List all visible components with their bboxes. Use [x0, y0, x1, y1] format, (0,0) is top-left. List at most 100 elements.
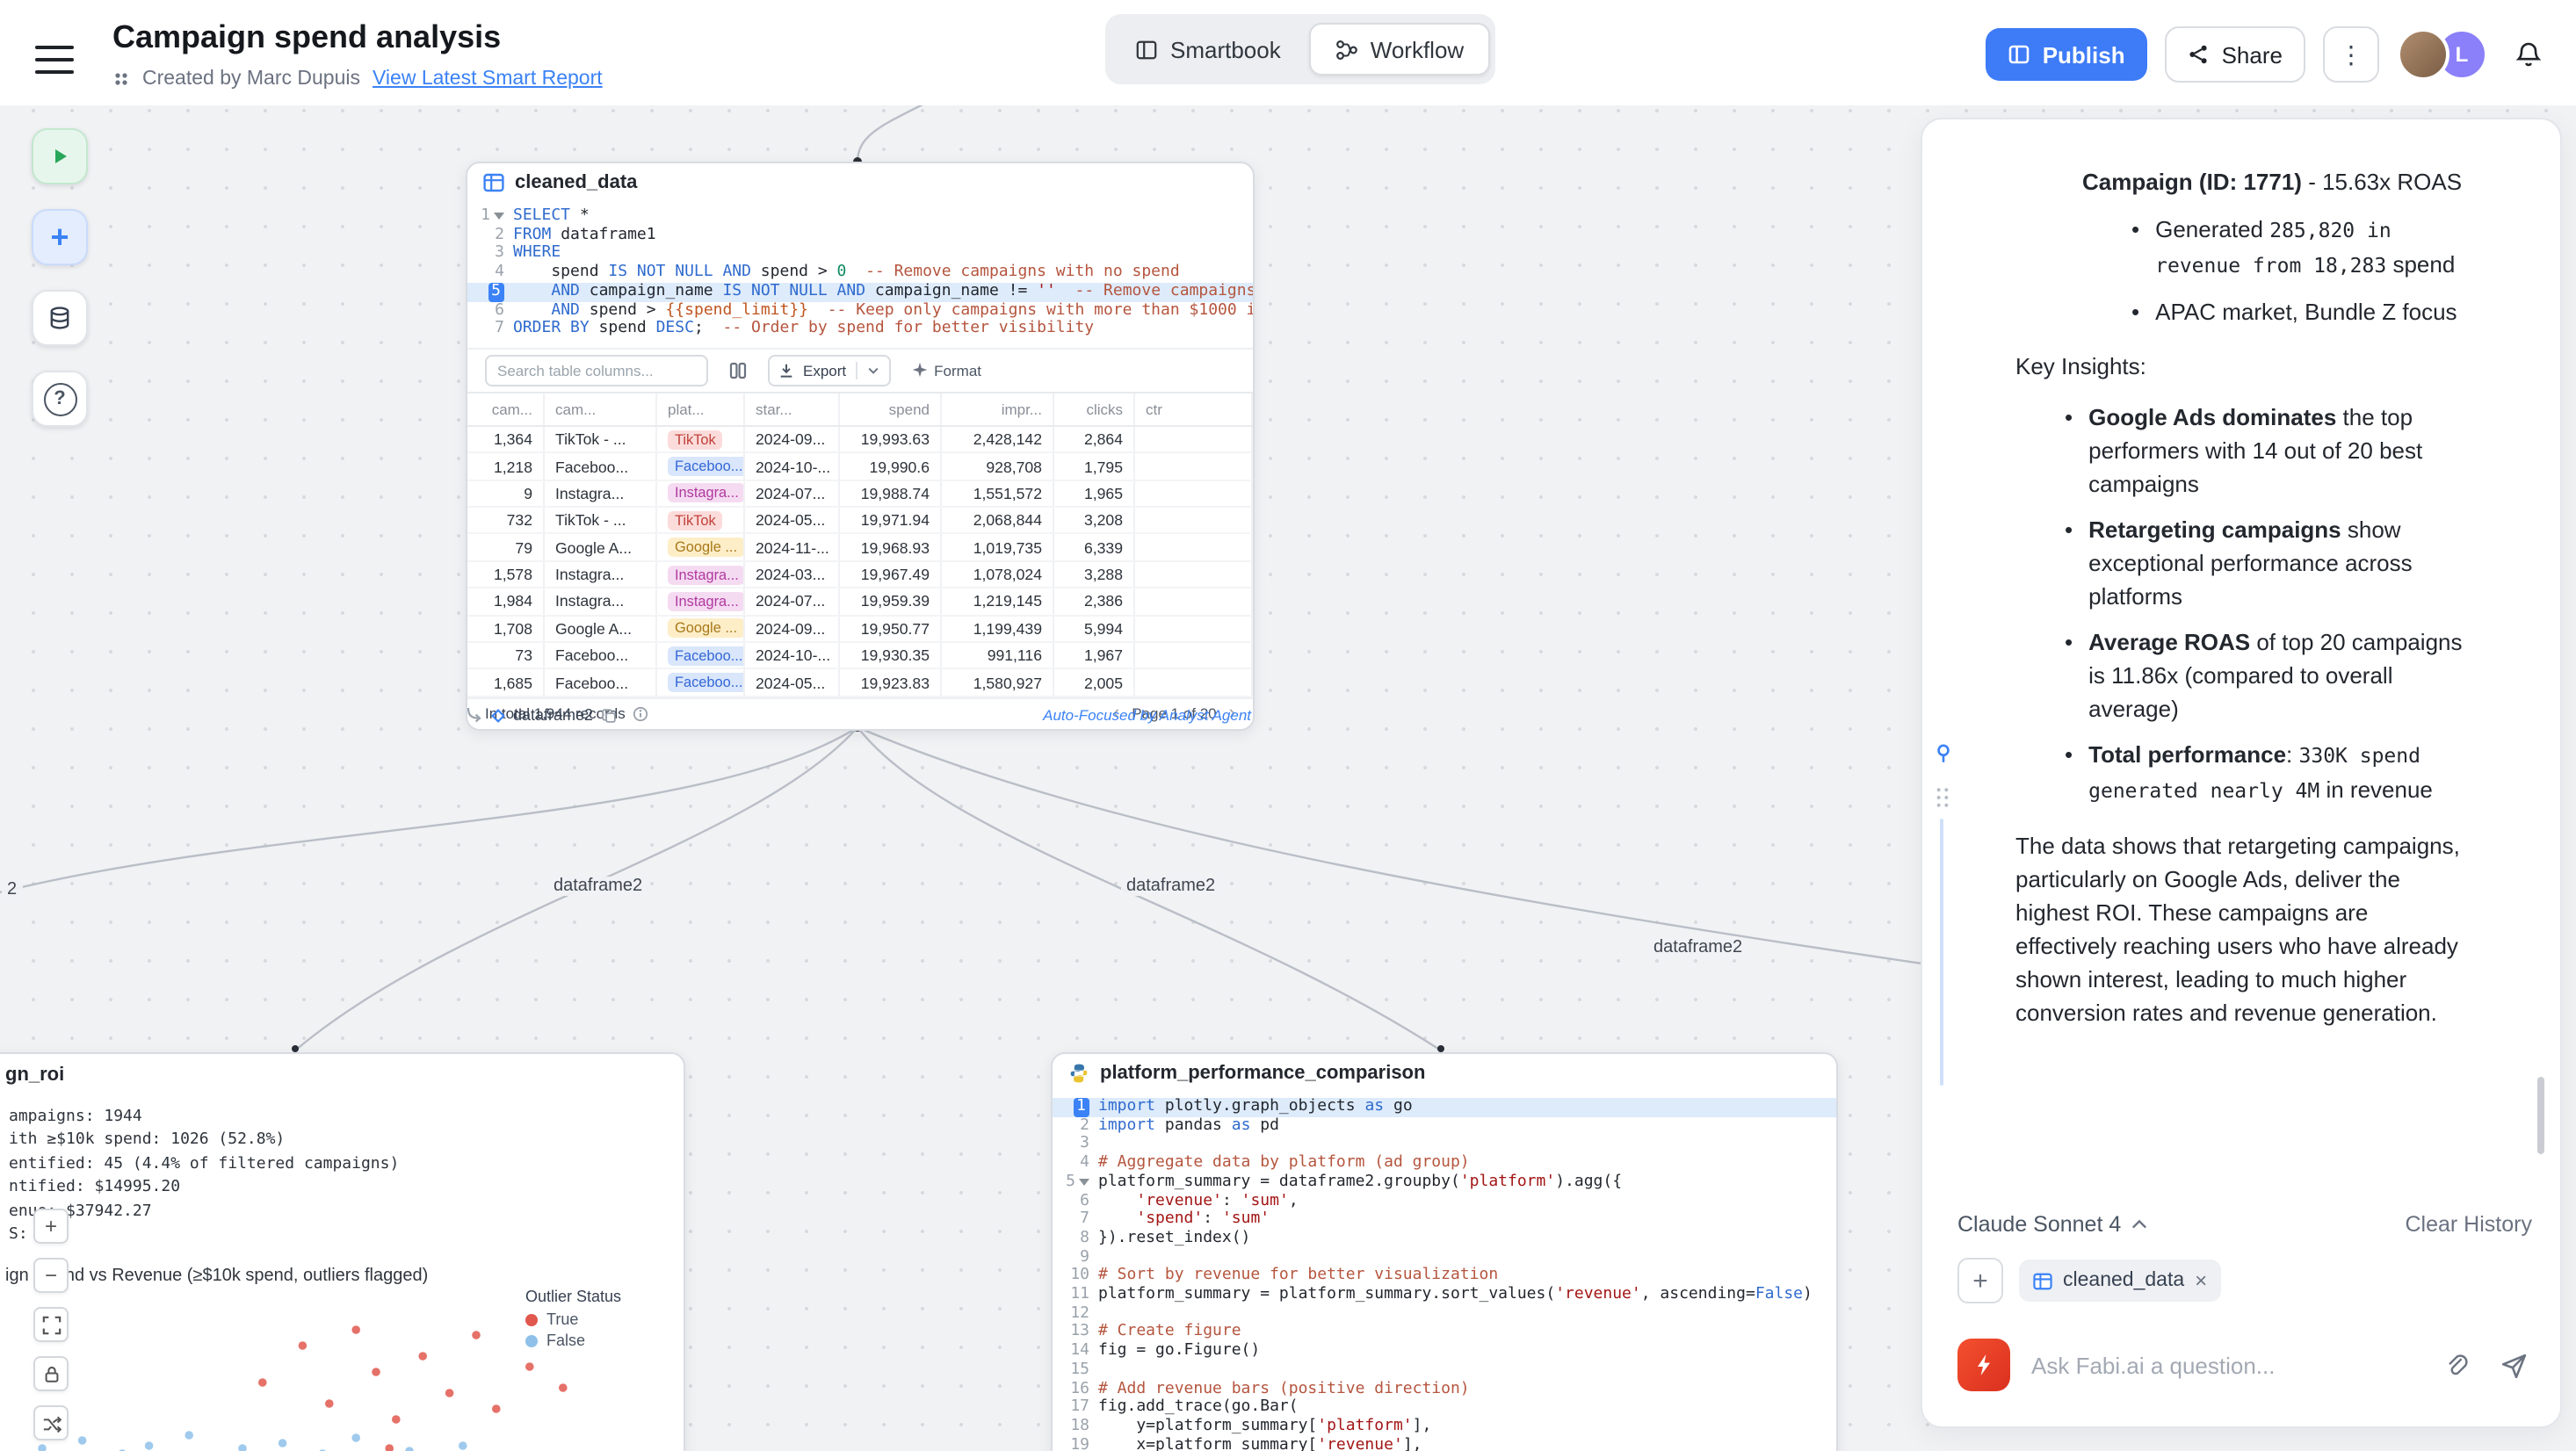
notifications-bell-icon[interactable] [2506, 32, 2551, 77]
code-line[interactable]: 5 AND campaign_name IS NOT NULL AND camp… [467, 283, 1253, 301]
table-row[interactable]: 9Instagra...Instagra...2024-07...19,988.… [467, 480, 1253, 508]
code-line[interactable]: 3WHERE [467, 245, 1253, 263]
data-sources-button[interactable] [32, 290, 88, 346]
table-row[interactable]: 1,685Faceboo...Faceboo...2024-05...19,92… [467, 670, 1253, 697]
lock-button[interactable] [33, 1356, 69, 1391]
node-campaign-roi[interactable]: gn_roi ampaigns: 1944ith ≥$10k spend: 10… [0, 1052, 685, 1451]
column-header[interactable]: plat... [657, 393, 745, 425]
code-line[interactable]: 4# Aggregate data by platform (ad group) [1053, 1154, 1836, 1173]
collaborator-avatars[interactable]: L [2397, 28, 2488, 81]
column-header[interactable]: clicks [1054, 393, 1135, 425]
code-line[interactable]: 3 [1053, 1136, 1836, 1154]
code-line[interactable]: 8}).reset_index() [1053, 1230, 1836, 1248]
avatar[interactable] [2397, 28, 2449, 81]
column-header[interactable]: spend [840, 393, 942, 425]
table-row[interactable]: 73Faceboo...Faceboo...2024-10-...19,930.… [467, 643, 1253, 670]
code-line[interactable]: 7ORDER BY spend DESC; -- Order by spend … [467, 320, 1253, 338]
zoom-out-button[interactable]: − [33, 1258, 69, 1293]
table-row[interactable]: 1,364TikTok - ...TikTok2024-09...19,993.… [467, 427, 1253, 454]
publish-button[interactable]: Publish [1986, 28, 2148, 81]
code-line[interactable]: 6 AND spend > {{spend_limit}} -- Keep on… [467, 301, 1253, 320]
table-cell: 2,428,142 [942, 427, 1054, 452]
code-line[interactable]: 11platform_summary = platform_summary.so… [1053, 1286, 1836, 1304]
attachment-icon[interactable] [2437, 1346, 2476, 1384]
code-line[interactable]: 15 [1053, 1361, 1836, 1380]
latest-report-link[interactable]: View Latest Smart Report [373, 69, 603, 90]
pin-icon[interactable] [1933, 743, 1954, 764]
search-input[interactable] [485, 355, 708, 386]
tab-smartbook[interactable]: Smartbook [1111, 25, 1306, 74]
code-line[interactable]: 18 y=platform_summary['platform'], [1053, 1418, 1836, 1436]
table-row[interactable]: 1,708Google A...Google ...2024-09...19,9… [467, 616, 1253, 643]
node-cleaned-data[interactable]: cleaned_data 1SELECT *2FROM dataframe13W… [466, 162, 1255, 731]
fold-caret-icon[interactable] [494, 213, 504, 220]
column-header[interactable]: cam... [467, 393, 545, 425]
code-line[interactable]: 1SELECT * [467, 207, 1253, 226]
send-icon[interactable] [2493, 1346, 2532, 1384]
column-header[interactable]: star... [745, 393, 840, 425]
add-cell-button[interactable]: + [32, 209, 88, 265]
code-line[interactable]: 13# Create figure [1053, 1324, 1836, 1342]
table-cell: Google ... [657, 616, 745, 641]
code-line[interactable]: 12 [1053, 1304, 1836, 1323]
code-line[interactable]: 17fig.add_trace(go.Bar( [1053, 1399, 1836, 1418]
drag-handle-icon[interactable] [1935, 787, 1950, 808]
column-header[interactable]: cam... [545, 393, 657, 425]
legend-label-false[interactable]: False [546, 1332, 585, 1349]
code-line[interactable]: 14fig = go.Figure() [1053, 1342, 1836, 1361]
more-options-button[interactable]: ⋮ [2323, 26, 2379, 83]
code-line[interactable]: 4 spend IS NOT NULL AND spend > 0 -- Rem… [467, 263, 1253, 282]
model-selector[interactable]: Claude Sonnet 4 [1957, 1212, 2147, 1237]
column-header[interactable]: ctr [1135, 393, 1253, 425]
remove-chip-icon[interactable]: × [2195, 1268, 2207, 1293]
table-row[interactable]: 79Google A...Google ...2024-11-...19,968… [467, 535, 1253, 562]
code-line[interactable]: 9 [1053, 1248, 1836, 1267]
table-header-row[interactable]: cam...cam...plat...star...spendimpr...cl… [467, 392, 1253, 427]
code-line[interactable]: 5platform_summary = dataframe2.groupby('… [1053, 1173, 1836, 1192]
node-title-bar[interactable]: platform_performance_comparison [1053, 1054, 1836, 1093]
code-line[interactable]: 6 'revenue': 'sum', [1053, 1192, 1836, 1210]
code-line[interactable]: 19 x=platform_summary['revenue'], [1053, 1436, 1836, 1451]
context-chip-cleaned-data[interactable]: cleaned_data × [2019, 1260, 2221, 1302]
code-line[interactable]: 2import pandas as pd [1053, 1116, 1836, 1135]
fit-view-button[interactable] [33, 1307, 69, 1342]
help-button[interactable]: ? [32, 371, 88, 427]
run-all-button[interactable] [32, 128, 88, 184]
copy-icon[interactable] [600, 707, 616, 723]
table-cell: 2024-09... [745, 427, 840, 452]
share-button[interactable]: Share [2166, 26, 2305, 83]
table-row[interactable]: 1,218Faceboo...Faceboo...2024-10-...19,9… [467, 454, 1253, 481]
legend-label-true[interactable]: True [546, 1310, 578, 1328]
code-line[interactable]: 2FROM dataframe1 [467, 226, 1253, 244]
platform-badge: Google ... [668, 538, 744, 557]
chat-input[interactable] [2028, 1350, 2420, 1380]
panel-scrollbar[interactable] [2537, 1077, 2544, 1154]
clear-history-button[interactable]: Clear History [2406, 1212, 2533, 1237]
zoom-in-button[interactable]: + [33, 1209, 69, 1244]
table-cell [1135, 670, 1253, 696]
node-title-bar[interactable]: cleaned_data [467, 163, 1253, 202]
code-line[interactable]: 1import plotly.graph_objects as go [1053, 1098, 1836, 1116]
column-header[interactable]: impr... [942, 393, 1054, 425]
fold-caret-icon[interactable] [1079, 1179, 1089, 1186]
table-row[interactable]: 732TikTok - ...TikTok2024-05...19,971.94… [467, 508, 1253, 535]
table-row[interactable]: 1,984Instagra...Instagra...2024-07...19,… [467, 589, 1253, 617]
code-line[interactable]: 16# Add revenue bars (positive direction… [1053, 1380, 1836, 1398]
output-dataframe-label[interactable]: dataframe2 [513, 706, 593, 724]
format-button[interactable]: Format [911, 362, 981, 379]
add-context-button[interactable]: + [1957, 1258, 2003, 1303]
sql-code-editor[interactable]: 1SELECT *2FROM dataframe13WHERE4 spend I… [467, 202, 1253, 348]
columns-icon[interactable] [729, 362, 747, 379]
table-cell: 1,685 [467, 670, 545, 696]
export-button[interactable]: Export [768, 355, 890, 386]
tab-workflow[interactable]: Workflow [1309, 23, 1490, 76]
table-row[interactable]: 1,578Instagra...Instagra...2024-03...19,… [467, 562, 1253, 589]
table-cell [1135, 454, 1253, 480]
code-line[interactable]: 10# Sort by revenue for better visualiza… [1053, 1267, 1836, 1286]
python-code-editor[interactable]: 1import plotly.graph_objects as go2impor… [1053, 1093, 1836, 1451]
menu-icon[interactable] [35, 37, 74, 65]
code-line[interactable]: 7 'spend': 'sum' [1053, 1210, 1836, 1229]
node-platform-performance[interactable]: platform_performance_comparison 1import … [1051, 1052, 1838, 1451]
shuffle-layout-button[interactable] [33, 1405, 69, 1440]
chat-block: •Total performance: 330K spend generated… [2065, 738, 2465, 808]
